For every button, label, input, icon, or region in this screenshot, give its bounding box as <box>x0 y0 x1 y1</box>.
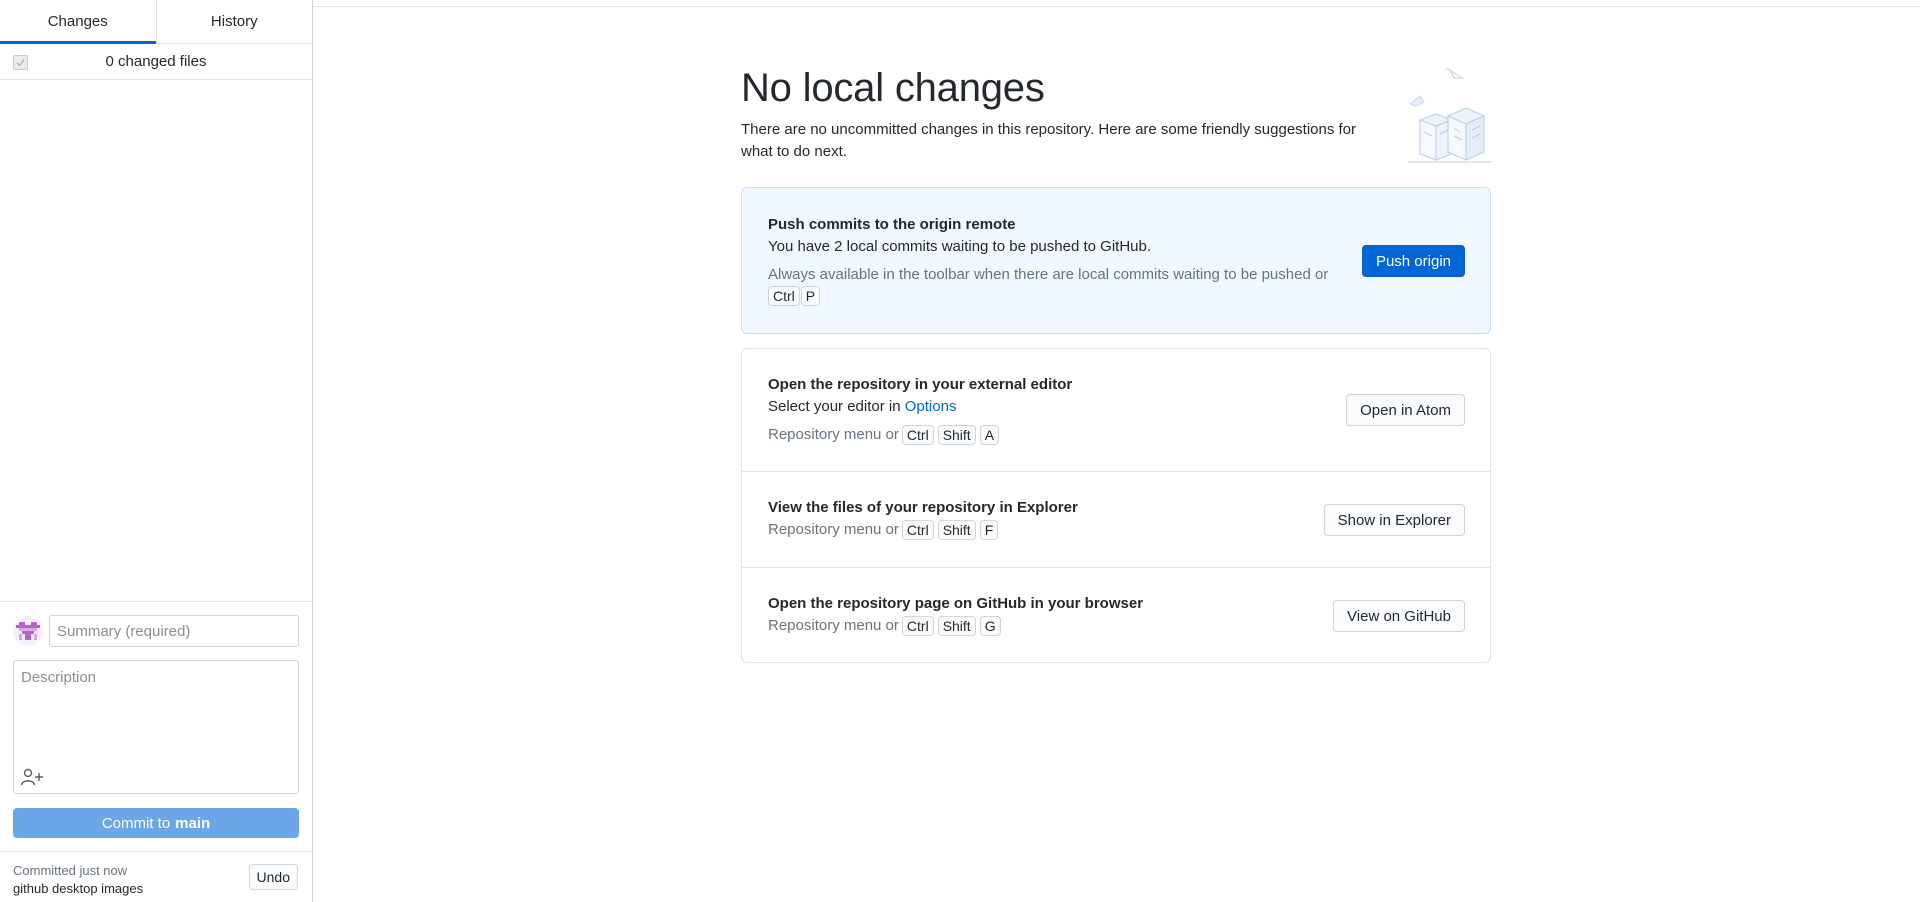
open-in-atom-button[interactable]: Open in Atom <box>1346 394 1465 426</box>
changed-files-count: 0 changed files <box>105 53 207 70</box>
empty-repo-illustration <box>1408 67 1492 163</box>
explorer-title: View the files of your repository in Exp… <box>768 499 1078 516</box>
shortcut-key: P <box>800 286 821 306</box>
github-title: Open the repository page on GitHub in yo… <box>768 595 1144 612</box>
commit-summary-input[interactable] <box>49 615 299 647</box>
push-hint: Always available in the toolbar when the… <box>768 264 1358 308</box>
shortcut-key: Shift <box>937 425 976 445</box>
select-all-checkbox[interactable] <box>13 55 28 70</box>
push-suggestion-card: Push commits to the origin remote You ha… <box>741 187 1491 334</box>
editor-hint-text: Repository menu or <box>768 426 899 443</box>
github-hint: Repository menu or Ctrl Shift G <box>768 615 1143 637</box>
shortcut-key: F <box>979 520 999 540</box>
shortcut-key: Ctrl <box>901 616 934 636</box>
page-title: No local changes <box>741 66 1045 110</box>
github-hint-text: Repository menu or <box>768 617 899 634</box>
shortcut-key: Shift <box>937 520 976 540</box>
shortcut-key: Ctrl <box>768 286 800 306</box>
suggestion-external-editor: Open the repository in your external edi… <box>742 349 1490 471</box>
suggestion-explorer: View the files of your repository in Exp… <box>742 471 1490 567</box>
sidebar: Changes History 0 changed files Summary … <box>0 0 313 902</box>
editor-title: Open the repository in your external edi… <box>768 376 1073 393</box>
tab-changes[interactable]: Changes <box>0 0 156 44</box>
options-link[interactable]: Options <box>905 398 957 415</box>
user-avatar-icon <box>16 622 40 640</box>
add-coauthor-icon <box>20 768 43 786</box>
show-in-explorer-button[interactable]: Show in Explorer <box>1323 504 1465 536</box>
view-on-github-button[interactable]: View on GitHub <box>1333 600 1465 632</box>
undo-commit-panel: Committed just now github desktop images… <box>0 851 312 902</box>
shortcut-key: G <box>979 616 1001 636</box>
explorer-hint: Repository menu or Ctrl Shift F <box>768 519 1078 541</box>
changed-files-header: 0 changed files <box>0 44 312 80</box>
editor-hint: Repository menu or Ctrl Shift A <box>768 424 1072 446</box>
editor-description: Select your editor in Options <box>768 396 1072 418</box>
push-hint-text: Always available in the toolbar when the… <box>768 266 1329 283</box>
push-title: Push commits to the origin remote <box>768 216 1016 233</box>
undo-button[interactable]: Undo <box>248 864 298 890</box>
shortcut-key: Shift <box>937 616 976 636</box>
top-divider <box>313 6 1920 7</box>
suggestions-list: Open the repository in your external edi… <box>741 348 1491 663</box>
editor-description-text: Select your editor in <box>768 398 901 415</box>
push-description: You have 2 local commits waiting to be p… <box>768 238 1151 255</box>
suggestion-github: Open the repository page on GitHub in yo… <box>742 567 1490 662</box>
shortcut-key: Ctrl <box>901 520 934 540</box>
commit-button[interactable]: Commit to main <box>13 808 299 838</box>
shortcut-key: Ctrl <box>901 425 934 445</box>
tab-history[interactable]: History <box>155 0 313 43</box>
sidebar-tabs: Changes History <box>0 0 312 44</box>
page-lead: There are no uncommitted changes in this… <box>741 121 1357 160</box>
checkbox-checked-icon <box>16 59 25 67</box>
commit-button-label: Commit to <box>101 814 171 832</box>
explorer-hint-text: Repository menu or <box>768 521 899 538</box>
avatar <box>13 616 43 646</box>
add-coauthor-button[interactable] <box>19 767 45 787</box>
commit-form: Commit to main <box>0 601 312 838</box>
push-origin-button[interactable]: Push origin <box>1361 245 1465 277</box>
commit-branch-name: main <box>175 814 211 832</box>
commit-description-input[interactable] <box>14 661 298 761</box>
shortcut-key: A <box>979 425 1000 445</box>
commit-description-box <box>13 660 299 794</box>
